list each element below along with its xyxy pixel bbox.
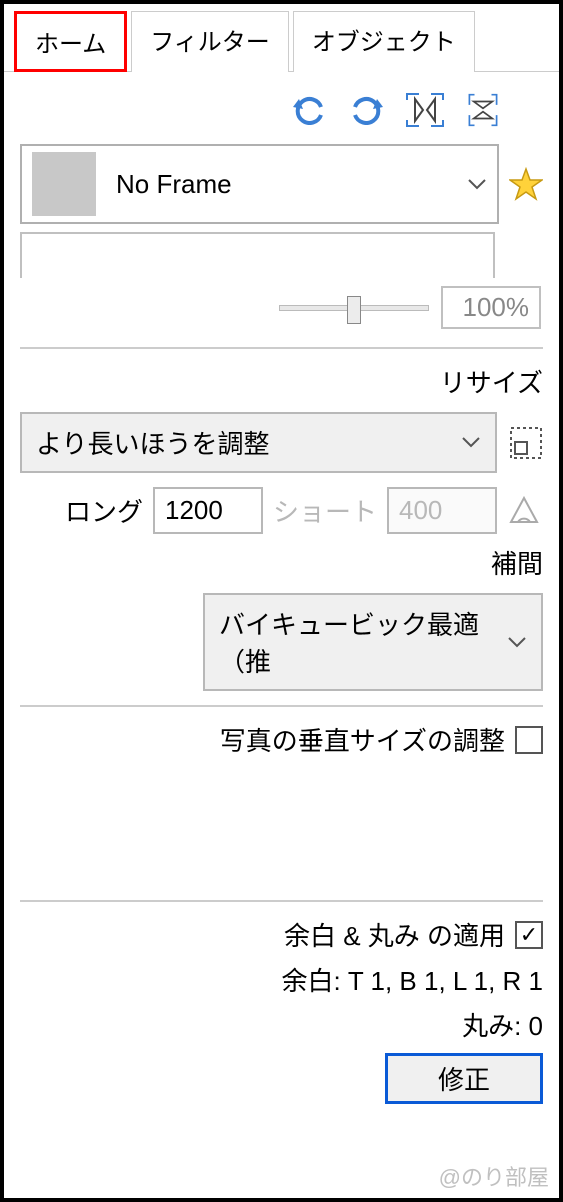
vertical-adjust-label: 写真の垂直サイズの調整	[220, 721, 505, 758]
interp-label: バイキュービック最適（推	[219, 605, 507, 679]
tab-bar: ホーム フィルター オブジェクト	[4, 4, 559, 72]
interp-row: バイキュービック最適（推	[20, 593, 543, 691]
watermark: @のり部屋	[439, 1160, 549, 1192]
chevron-down-icon	[461, 432, 481, 453]
opacity-row: 100%	[20, 286, 543, 329]
undo-icon[interactable]	[289, 90, 329, 130]
flip-vertical-icon[interactable]	[463, 90, 503, 130]
tab-object[interactable]: オブジェクト	[293, 11, 475, 72]
sharpen-icon[interactable]	[507, 494, 541, 528]
tab-filter[interactable]: フィルター	[131, 11, 289, 72]
frame-row: No Frame	[20, 144, 543, 224]
divider	[20, 347, 543, 349]
vertical-adjust-row: 写真の垂直サイズの調整	[20, 721, 543, 758]
frame-thumbnail	[32, 152, 96, 216]
slider-thumb[interactable]	[347, 296, 361, 324]
margin-apply-label: 余白 & 丸み の適用	[284, 916, 505, 953]
chevron-down-icon	[467, 174, 487, 195]
modify-button[interactable]: 修正	[385, 1053, 543, 1104]
resize-mode-dropdown[interactable]: より長いほうを調整	[20, 412, 497, 473]
opacity-slider[interactable]	[279, 305, 429, 311]
frame-label: No Frame	[96, 169, 467, 200]
frame-dropdown[interactable]: No Frame	[20, 144, 499, 224]
margin-apply-row: 余白 & 丸み の適用	[20, 916, 543, 953]
margin-apply-checkbox[interactable]	[515, 921, 543, 949]
interp-title: 補間	[20, 544, 543, 581]
short-input	[387, 487, 497, 534]
favorite-star-icon[interactable]	[509, 167, 543, 201]
interp-dropdown[interactable]: バイキュービック最適（推	[203, 593, 543, 691]
frame-preview-strip	[20, 232, 495, 278]
long-label: ロング	[65, 492, 143, 529]
divider	[20, 705, 543, 707]
panel-content: No Frame 100% リサイズ より長いほうを調整 ロング	[4, 72, 559, 1116]
chevron-down-icon	[507, 632, 527, 653]
divider	[20, 900, 543, 902]
margin-values: 余白: T 1, B 1, L 1, R 1	[20, 961, 543, 998]
flip-horizontal-icon[interactable]	[405, 90, 445, 130]
opacity-value[interactable]: 100%	[441, 286, 541, 329]
vertical-adjust-checkbox[interactable]	[515, 726, 543, 754]
toolbar	[20, 80, 543, 144]
resize-mode-row: より長いほうを調整	[20, 412, 543, 473]
resize-title: リサイズ	[20, 363, 543, 400]
short-label: ショート	[273, 492, 377, 529]
redo-icon[interactable]	[347, 90, 387, 130]
dimension-row: ロング ショート	[20, 487, 543, 534]
modify-row: 修正	[20, 1053, 543, 1104]
resize-mode-label: より長いほうを調整	[36, 424, 269, 461]
tab-home[interactable]: ホーム	[14, 11, 127, 72]
roundness-value: 丸み: 0	[20, 1006, 543, 1043]
proportions-icon[interactable]	[509, 426, 543, 460]
long-input[interactable]	[153, 487, 263, 534]
